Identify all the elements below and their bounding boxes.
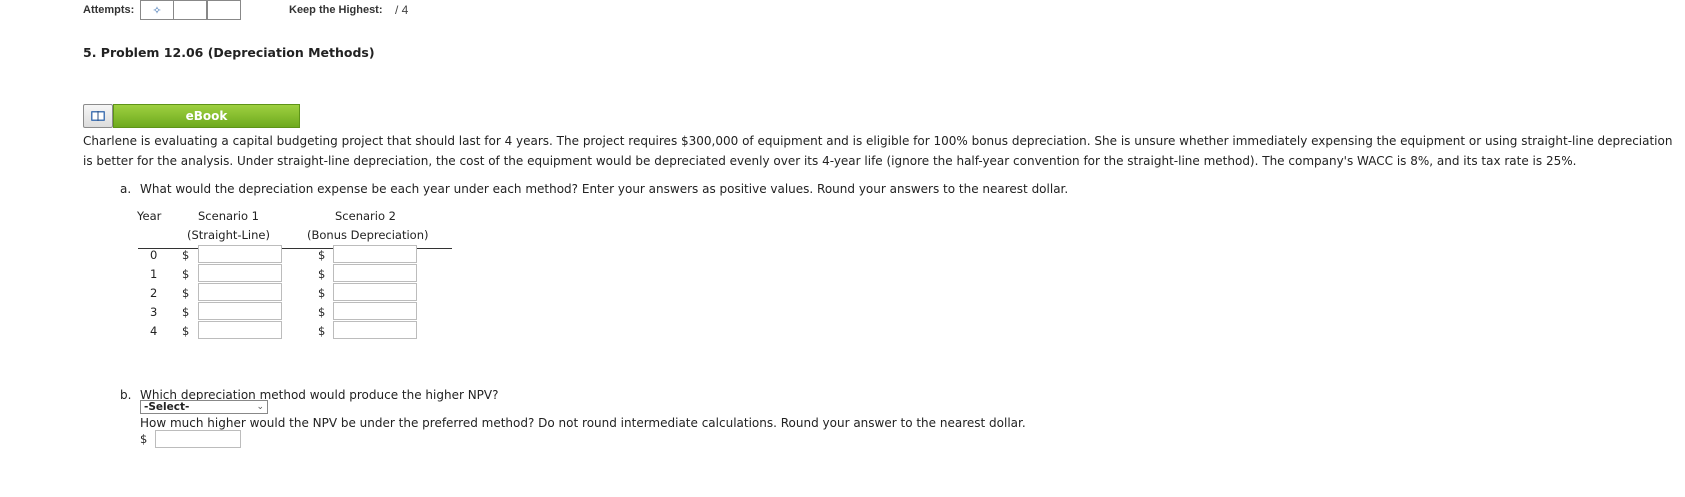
open-book-icon bbox=[91, 111, 105, 121]
s2-year-1-input[interactable] bbox=[333, 264, 417, 282]
row-year-1: 1 bbox=[150, 267, 158, 281]
col-header-s2-line1: Scenario 2 bbox=[335, 209, 396, 223]
currency-symbol: $ bbox=[140, 432, 148, 446]
part-a-text: What would the depreciation expense be e… bbox=[140, 182, 1069, 196]
keep-highest-label: Keep the Highest: bbox=[289, 4, 383, 16]
npv-difference-input[interactable] bbox=[155, 430, 241, 448]
attempts-label: Attempts: bbox=[83, 4, 135, 16]
s1-year-4-input[interactable] bbox=[198, 321, 282, 339]
attempt-diamond-icon: ✧ bbox=[152, 3, 162, 17]
s2-year-2-input[interactable] bbox=[333, 283, 417, 301]
problem-title: 5. Problem 12.06 (Depreciation Methods) bbox=[83, 45, 375, 60]
s2-year-4-input[interactable] bbox=[333, 321, 417, 339]
currency-symbol: $ bbox=[182, 305, 190, 319]
row-year-0: 0 bbox=[150, 248, 158, 262]
part-a-question: a. What would the depreciation expense be… bbox=[120, 182, 1068, 196]
col-header-s2-line2: (Bonus Depreciation) bbox=[307, 228, 429, 242]
part-b-marker: b. bbox=[120, 388, 132, 402]
s1-year-3-input[interactable] bbox=[198, 302, 282, 320]
col-header-year: Year bbox=[137, 209, 162, 223]
row-year-4: 4 bbox=[150, 324, 158, 338]
currency-symbol: $ bbox=[182, 324, 190, 338]
currency-symbol: $ bbox=[318, 267, 326, 281]
s2-year-0-input[interactable] bbox=[333, 245, 417, 263]
part-a-marker: a. bbox=[120, 182, 132, 196]
currency-symbol: $ bbox=[318, 248, 326, 262]
problem-statement: Charlene is evaluating a capital budgeti… bbox=[83, 134, 1673, 168]
currency-symbol: $ bbox=[318, 324, 326, 338]
currency-symbol: $ bbox=[318, 305, 326, 319]
keep-highest-value: / 4 bbox=[395, 3, 409, 17]
s1-year-2-input[interactable] bbox=[198, 283, 282, 301]
npv-method-select-value: -Select- bbox=[144, 401, 190, 413]
attempt-indicator-3 bbox=[207, 0, 241, 20]
currency-symbol: $ bbox=[182, 267, 190, 281]
attempt-indicator-2 bbox=[173, 0, 207, 20]
ebook-icon-button[interactable] bbox=[83, 104, 113, 128]
currency-symbol: $ bbox=[182, 286, 190, 300]
attempt-indicator-1: ✧ bbox=[140, 0, 174, 20]
col-header-s1-line1: Scenario 1 bbox=[198, 209, 259, 223]
npv-method-select[interactable]: -Select- ⌄ bbox=[140, 400, 268, 414]
chevron-down-icon: ⌄ bbox=[256, 402, 264, 412]
col-header-s1-line2: (Straight-Line) bbox=[187, 228, 270, 242]
currency-symbol: $ bbox=[318, 286, 326, 300]
row-year-2: 2 bbox=[150, 286, 158, 300]
s1-year-0-input[interactable] bbox=[198, 245, 282, 263]
s1-year-1-input[interactable] bbox=[198, 264, 282, 282]
part-b-question-2: How much higher would the NPV be under t… bbox=[140, 416, 1026, 430]
row-year-3: 3 bbox=[150, 305, 158, 319]
currency-symbol: $ bbox=[182, 248, 190, 262]
ebook-button[interactable]: eBook bbox=[113, 104, 300, 128]
s2-year-3-input[interactable] bbox=[333, 302, 417, 320]
